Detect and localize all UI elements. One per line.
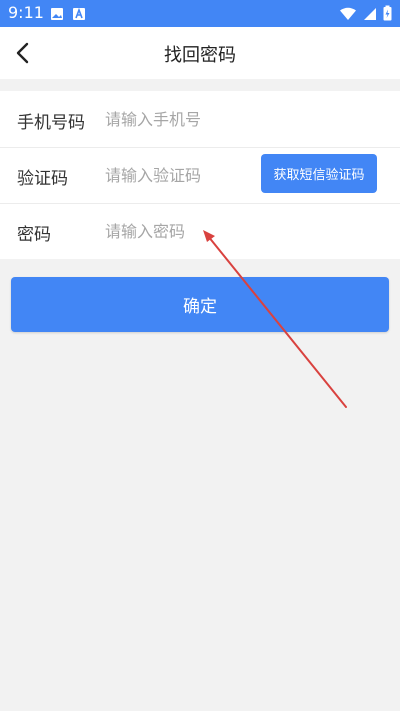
status-icons-right	[339, 5, 392, 25]
phone-input[interactable]	[105, 103, 385, 135]
battery-icon	[383, 5, 392, 25]
code-input[interactable]	[105, 159, 250, 191]
confirm-button[interactable]: 确定	[11, 277, 389, 332]
password-input[interactable]	[105, 215, 385, 247]
phone-label: 手机号码	[17, 113, 85, 133]
status-time: 9:11	[8, 3, 44, 22]
password-label: 密码	[17, 225, 51, 245]
page-title: 找回密码	[164, 45, 236, 66]
phone-row: 手机号码	[0, 91, 400, 147]
code-row: 验证码 获取短信验证码	[0, 147, 400, 203]
reset-password-form: 手机号码 验证码 获取短信验证码 密码	[0, 91, 400, 259]
a-icon	[72, 6, 86, 25]
code-label: 验证码	[17, 169, 68, 189]
image-icon	[50, 6, 64, 25]
navigation-bar: 找回密码	[0, 27, 400, 79]
signal-icon	[363, 6, 377, 25]
password-row: 密码	[0, 203, 400, 259]
status-bar: 9:11	[0, 0, 400, 27]
status-icons-left	[50, 6, 86, 25]
wifi-icon	[339, 6, 357, 25]
get-sms-code-button[interactable]: 获取短信验证码	[261, 154, 377, 193]
